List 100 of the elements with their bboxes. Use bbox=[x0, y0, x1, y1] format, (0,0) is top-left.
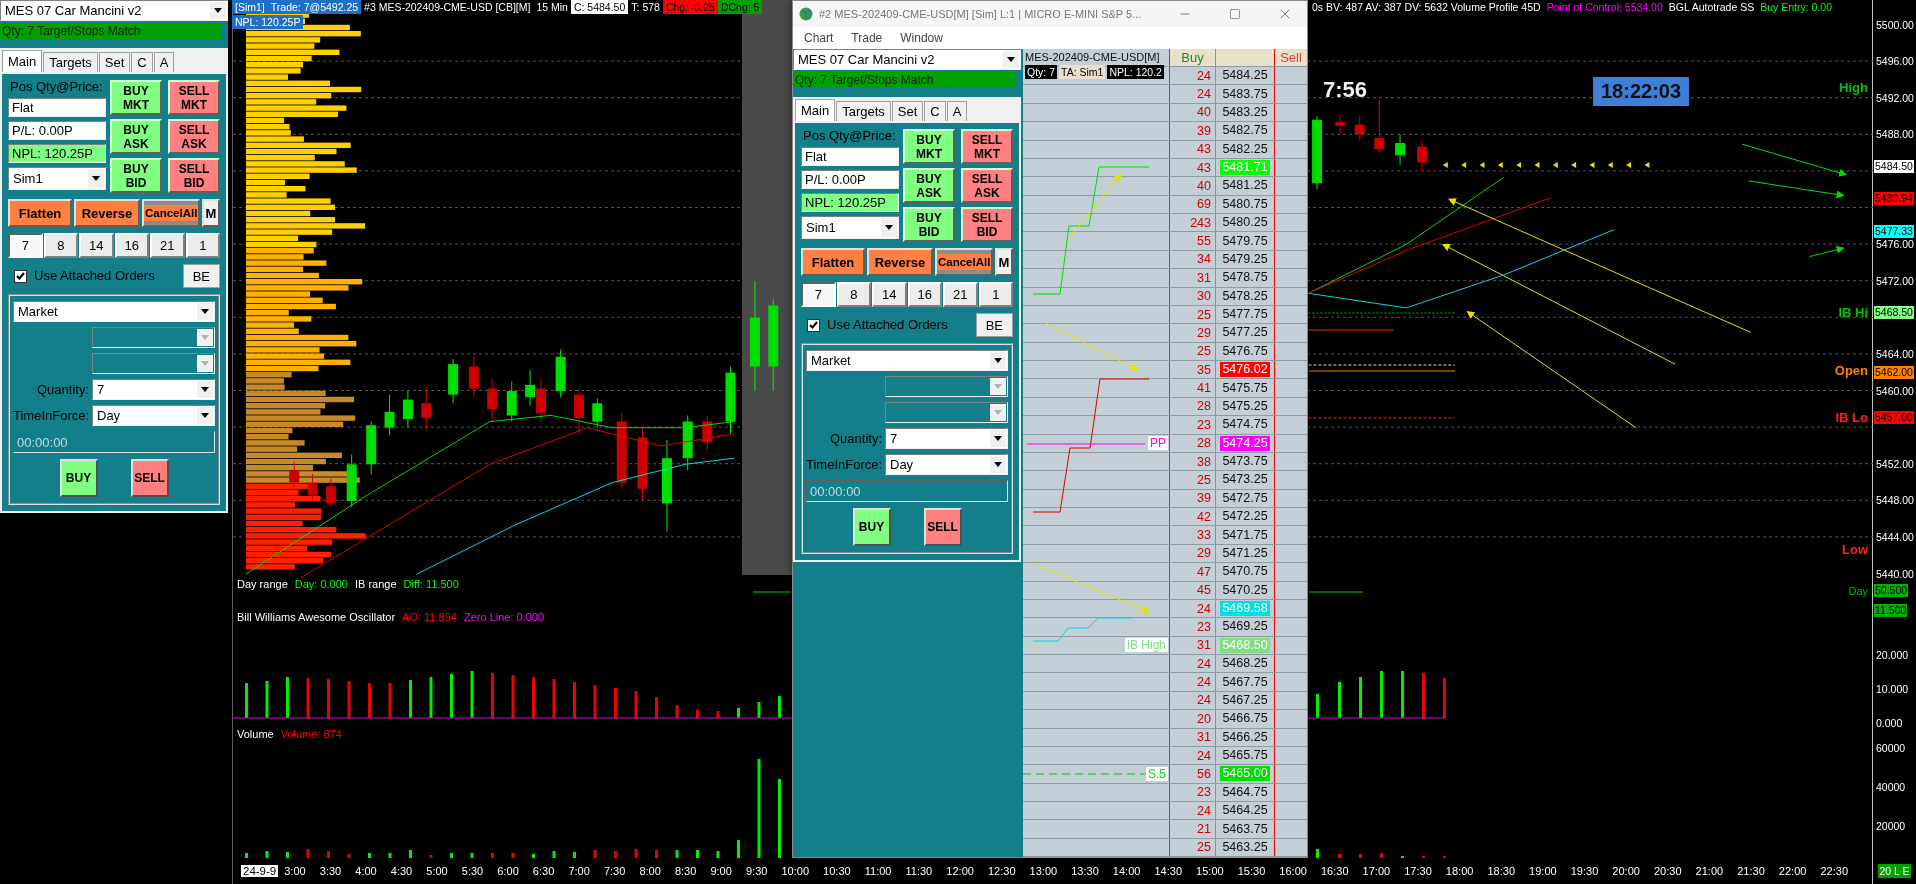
price-cell-text: 5466.25 bbox=[1221, 729, 1269, 745]
order-button[interactable]: BUY ASK bbox=[110, 119, 162, 154]
order-button[interactable]: SELL ASK bbox=[168, 119, 220, 154]
oscillator-bar bbox=[1316, 694, 1319, 718]
breakeven-button[interactable]: BE bbox=[182, 264, 220, 288]
pane-reading: Zero Line: 0.000 bbox=[463, 611, 545, 623]
action-button[interactable]: M bbox=[202, 199, 220, 227]
tab[interactable]: Main bbox=[795, 99, 836, 121]
quantity-button[interactable]: 21 bbox=[150, 233, 185, 258]
tab[interactable]: C bbox=[924, 101, 946, 121]
tab[interactable]: C bbox=[131, 52, 153, 72]
order-button[interactable]: SELL ASK bbox=[961, 168, 1013, 203]
candlestick bbox=[1395, 133, 1406, 166]
order-button[interactable]: BUY MKT bbox=[110, 80, 162, 115]
candlestick bbox=[682, 414, 693, 471]
action-button[interactable]: M bbox=[995, 248, 1013, 276]
oscillator-bar bbox=[265, 681, 269, 718]
column-header: Sell bbox=[1274, 49, 1307, 66]
price-cell-text: 5476.75 bbox=[1221, 343, 1269, 359]
tab[interactable]: Targets bbox=[43, 52, 98, 72]
strategy-dropdown[interactable]: MES 07 Car Mancini v2 bbox=[0, 0, 228, 21]
time-axis-label: 22:00 bbox=[1778, 865, 1807, 877]
buy-button[interactable]: BUY bbox=[852, 508, 891, 546]
price-cell-text: 5479.75 bbox=[1221, 233, 1269, 249]
candlestick bbox=[307, 473, 318, 502]
candlestick bbox=[1335, 115, 1346, 135]
action-button[interactable]: Reverse bbox=[867, 248, 933, 276]
position-field: Flat bbox=[8, 98, 106, 117]
account-dropdown[interactable]: Sim1 bbox=[801, 216, 899, 239]
price-cell-text: 5484.25 bbox=[1221, 68, 1269, 84]
caret-down-icon bbox=[994, 436, 1002, 441]
oscillator-bar bbox=[634, 691, 638, 718]
buy-button[interactable]: BUY bbox=[59, 459, 98, 497]
menu-item[interactable]: Trade bbox=[842, 31, 892, 45]
volume-cell: 40 bbox=[1169, 103, 1215, 122]
time-in-force-dropdown[interactable]: Day bbox=[885, 454, 1008, 475]
volume-bar bbox=[655, 850, 658, 858]
time-axis-label: 3:00 bbox=[284, 865, 306, 877]
oscillator-bar bbox=[1443, 678, 1446, 718]
strategy-dropdown[interactable]: MES 07 Car Mancini v2 bbox=[793, 49, 1021, 70]
action-button[interactable]: CancelAll bbox=[142, 199, 200, 227]
quantity-button[interactable]: 1 bbox=[185, 233, 220, 258]
quantity-dropdown[interactable]: 7 bbox=[92, 379, 215, 400]
tab[interactable]: Set bbox=[891, 101, 924, 121]
price-cell-text: 5466.75 bbox=[1221, 711, 1269, 727]
price-tag: 5457.00 bbox=[1874, 411, 1914, 425]
action-button[interactable]: CancelAll bbox=[935, 248, 993, 276]
account-dropdown[interactable]: Sim1 bbox=[8, 167, 106, 190]
candlestick bbox=[506, 380, 517, 423]
order-type-dropdown[interactable]: Market bbox=[806, 350, 1008, 371]
quantity-button[interactable]: 7 bbox=[8, 233, 43, 258]
action-button[interactable]: Reverse bbox=[74, 199, 140, 227]
checkbox[interactable] bbox=[14, 269, 27, 283]
tab[interactable]: A bbox=[153, 52, 175, 72]
time-axis-label: 8:30 bbox=[674, 865, 697, 877]
quantity-button[interactable]: 21 bbox=[943, 282, 978, 307]
order-button[interactable]: BUY BID bbox=[903, 207, 955, 242]
quantity-button[interactable]: 7 bbox=[801, 282, 836, 307]
price-cell-text: 5463.25 bbox=[1221, 839, 1269, 855]
tab[interactable]: Targets bbox=[836, 101, 891, 121]
quantity-button[interactable]: 16 bbox=[907, 282, 942, 307]
order-button[interactable]: SELL MKT bbox=[168, 80, 220, 115]
volume-bar bbox=[245, 853, 248, 858]
order-button[interactable]: SELL MKT bbox=[961, 129, 1013, 164]
breakeven-button[interactable]: BE bbox=[975, 313, 1013, 337]
quantity-button[interactable]: 1 bbox=[978, 282, 1013, 307]
menu-item[interactable]: Chart bbox=[795, 31, 843, 45]
quantity-button[interactable]: 14 bbox=[79, 233, 114, 258]
volume-bar bbox=[265, 851, 269, 858]
action-button[interactable]: Flatten bbox=[801, 248, 865, 276]
volume-cell: 24 bbox=[1169, 673, 1215, 691]
order-type-dropdown[interactable]: Market bbox=[13, 301, 215, 322]
order-button[interactable]: SELL BID bbox=[168, 158, 220, 193]
quantity-button[interactable]: 8 bbox=[43, 233, 78, 258]
tab[interactable]: Set bbox=[98, 52, 131, 72]
candlestick bbox=[346, 454, 357, 508]
menu-item[interactable]: Window bbox=[891, 31, 952, 45]
time-in-force-dropdown[interactable]: Day bbox=[92, 405, 215, 426]
price-cell-text: 5464.25 bbox=[1221, 803, 1269, 819]
quantity-button[interactable]: 16 bbox=[114, 233, 149, 258]
volume-cell: 56 bbox=[1169, 765, 1215, 783]
tab[interactable]: Main bbox=[2, 50, 43, 72]
price-cell-text: 5472.25 bbox=[1221, 509, 1269, 525]
quantity-button[interactable]: 8 bbox=[836, 282, 871, 307]
sell-button[interactable]: SELL bbox=[923, 508, 962, 546]
volume-cell: 33 bbox=[1169, 526, 1215, 544]
order-button[interactable]: BUY MKT bbox=[903, 129, 955, 164]
checkbox[interactable] bbox=[807, 318, 820, 332]
quantity-button[interactable]: 14 bbox=[872, 282, 907, 307]
quantity-dropdown[interactable]: 7 bbox=[885, 428, 1008, 449]
order-button[interactable]: BUY BID bbox=[110, 158, 162, 193]
ladder-note: IB High bbox=[1124, 638, 1168, 653]
tab[interactable]: A bbox=[946, 101, 968, 121]
order-button[interactable]: BUY ASK bbox=[903, 168, 955, 203]
action-button[interactable]: Flatten bbox=[8, 199, 72, 227]
order-button[interactable]: SELL BID bbox=[961, 207, 1013, 242]
time-axis-label: 9:00 bbox=[710, 865, 732, 877]
axis-label: 20.000 bbox=[1876, 649, 1909, 661]
price-cell-text: 5475.75 bbox=[1221, 380, 1269, 396]
sell-button[interactable]: SELL bbox=[130, 459, 169, 497]
